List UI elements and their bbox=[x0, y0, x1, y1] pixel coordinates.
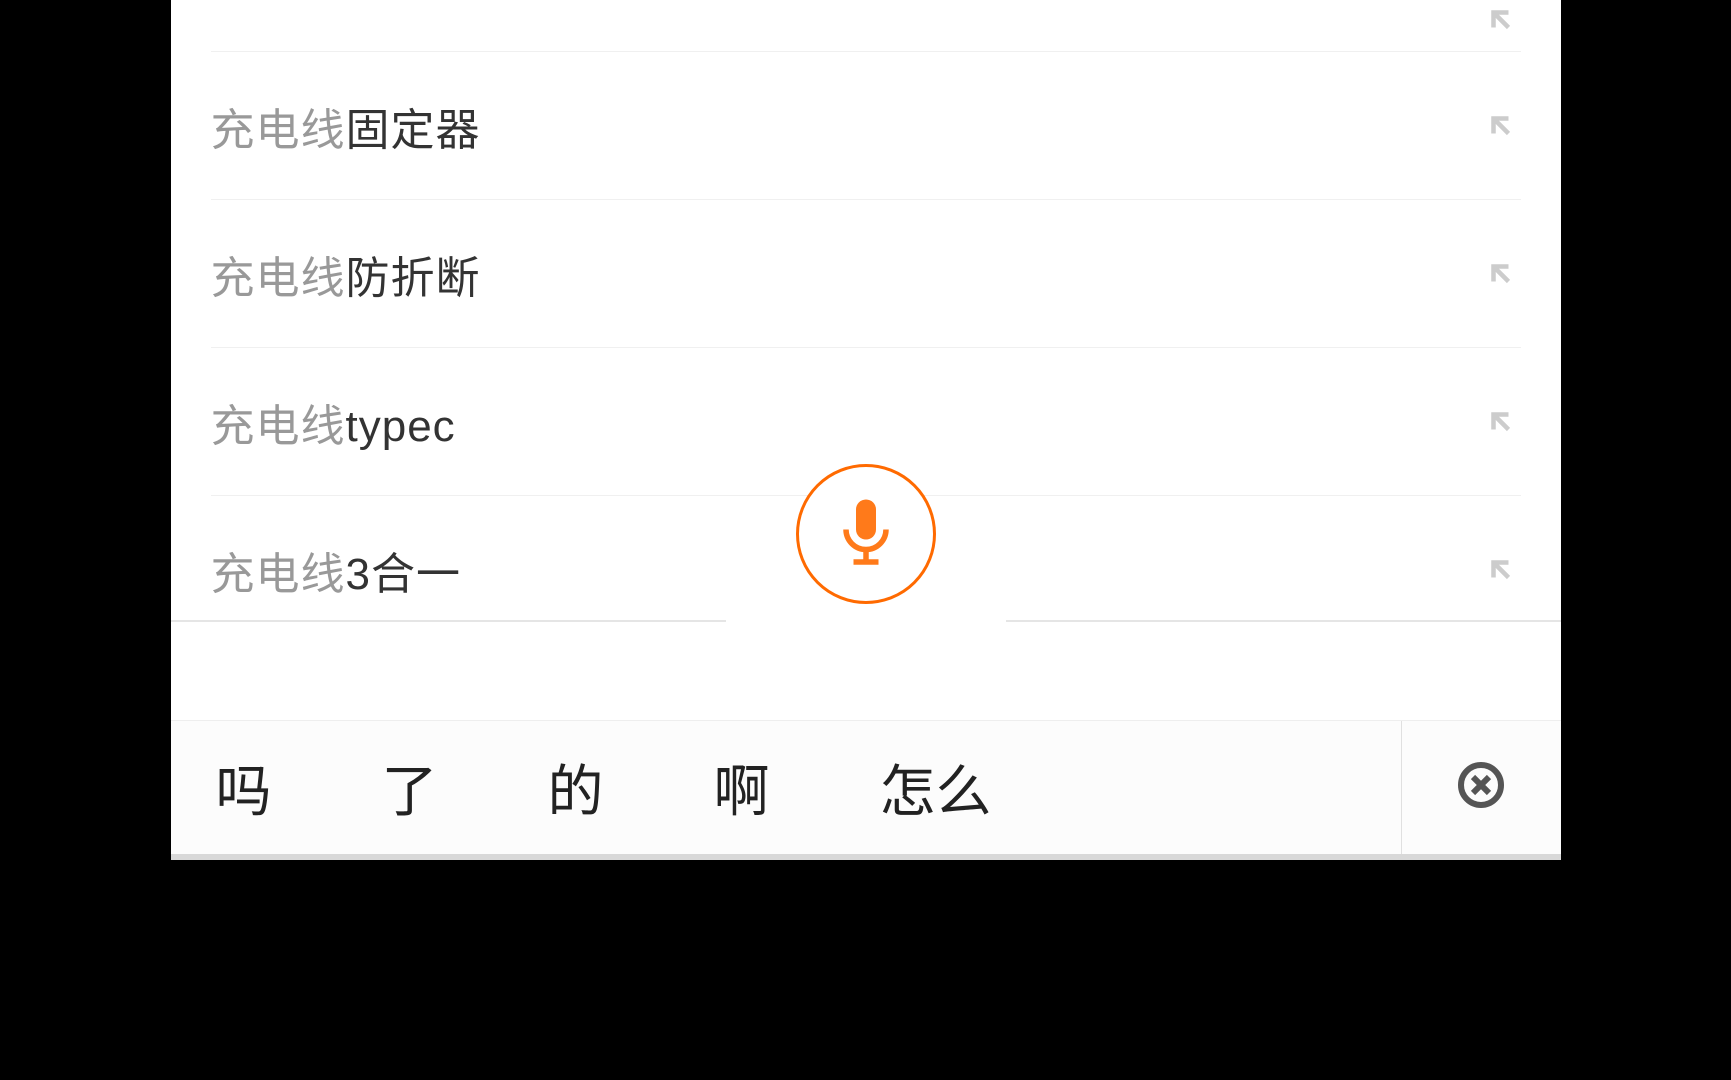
suggestion-text: 充电线3合一 bbox=[211, 538, 461, 602]
voice-search-button[interactable] bbox=[796, 464, 936, 604]
candidate-word[interactable]: 吗 bbox=[216, 747, 272, 828]
close-candidates-button[interactable] bbox=[1401, 721, 1561, 854]
keyboard-bar: 吗 了 的 啊 怎么 bbox=[171, 620, 1561, 860]
suggestion-suffix: 3合一 bbox=[346, 550, 461, 599]
candidate-word[interactable]: 怎么 bbox=[880, 747, 992, 828]
candidate-word[interactable]: 啊 bbox=[714, 747, 770, 828]
arrow-up-left-icon[interactable] bbox=[1481, 550, 1521, 590]
suggestion-text: 充电线固定器 bbox=[211, 94, 481, 158]
bottom-strip bbox=[171, 854, 1561, 860]
suggestion-text: 充电线typec bbox=[211, 390, 456, 454]
suggestion-suffix: 防折断 bbox=[346, 254, 481, 303]
keyboard-spacer bbox=[171, 622, 1561, 720]
suggestion-prefix: 充电线 bbox=[211, 402, 346, 451]
arrow-up-left-icon[interactable] bbox=[1481, 106, 1521, 146]
candidate-word[interactable]: 的 bbox=[548, 747, 604, 828]
suggestion-item[interactable]: 充电线固定器 bbox=[211, 52, 1521, 200]
close-circle-icon bbox=[1457, 761, 1505, 814]
suggestion-prefix: 充电线 bbox=[211, 254, 346, 303]
arrow-up-left-icon[interactable] bbox=[1481, 402, 1521, 442]
suggestion-item[interactable]: 充电线防折断 bbox=[211, 200, 1521, 348]
microphone-icon bbox=[836, 496, 896, 573]
suggestion-text: 充电线防折断 bbox=[211, 242, 481, 306]
suggestion-prefix: 充电线 bbox=[211, 550, 346, 599]
candidates: 吗 了 的 啊 怎么 bbox=[171, 747, 1401, 828]
suggestion-suffix: 固定器 bbox=[346, 106, 481, 155]
suggestion-prefix: 充电线 bbox=[211, 106, 346, 155]
candidate-row: 吗 了 的 啊 怎么 bbox=[171, 720, 1561, 854]
arrow-up-left-icon[interactable] bbox=[1481, 254, 1521, 294]
suggestion-item[interactable]: 充电线 bbox=[211, 0, 1521, 52]
arrow-up-left-icon[interactable] bbox=[1481, 0, 1521, 40]
candidate-word[interactable]: 了 bbox=[382, 747, 438, 828]
app-container: 充电线 充电线固定器 充电线防折断 充电线typec bbox=[171, 0, 1561, 860]
suggestion-suffix: typec bbox=[346, 402, 456, 451]
